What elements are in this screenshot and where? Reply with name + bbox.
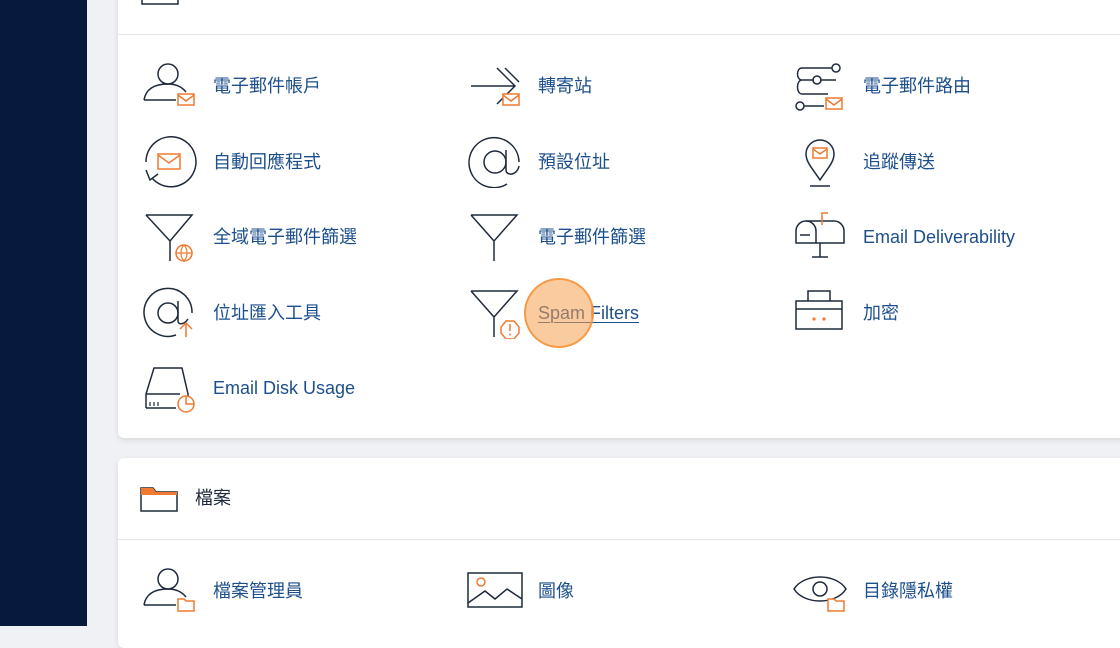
- global-email-filters-link[interactable]: 全域電子郵件篩選: [142, 211, 442, 263]
- email-accounts-link[interactable]: 電子郵件帳戶: [142, 60, 442, 112]
- email-accounts-label: 電子郵件帳戶: [213, 76, 321, 96]
- email-deliverability-link[interactable]: Email Deliverability: [792, 211, 1092, 263]
- autoresponder-icon: [142, 136, 198, 188]
- left-sidebar: [0, 0, 87, 626]
- spam-filters-label: Spam Filters: [538, 303, 640, 323]
- autoresponders-link[interactable]: 自動回應程式: [142, 136, 442, 188]
- images-label: 圖像: [538, 581, 574, 601]
- email-disk-usage-label: Email Disk Usage: [213, 378, 356, 398]
- files-section-title: 檔案: [195, 488, 231, 508]
- image-icon: [467, 565, 523, 617]
- email-panel: 電子郵件帳戶 轉寄站 電子郵件路由 自動回應程式 預設位址 追蹤傳送 全域電子郵…: [118, 0, 1120, 438]
- user-mail-icon: [142, 60, 198, 112]
- mail-section-icon: [140, 0, 180, 11]
- encryption-label: 加密: [863, 303, 899, 323]
- images-link[interactable]: 圖像: [467, 565, 767, 617]
- global-email-filters-label: 全域電子郵件篩選: [213, 227, 357, 247]
- encryption-link[interactable]: 加密: [792, 287, 1092, 339]
- mailbox-icon: [792, 211, 848, 263]
- email-filters-link[interactable]: 電子郵件篩選: [467, 211, 767, 263]
- filter-icon: [467, 211, 523, 263]
- autoresponders-label: 自動回應程式: [213, 152, 321, 172]
- file-manager-label: 檔案管理員: [213, 581, 303, 601]
- email-routing-label: 電子郵件路由: [863, 76, 971, 96]
- at-sign-icon: [467, 136, 523, 189]
- address-importer-label: 位址匯入工具: [213, 303, 321, 323]
- address-importer-link[interactable]: 位址匯入工具: [142, 287, 442, 339]
- files-panel: 檔案 檔案管理員 圖像 目錄隱私權: [118, 458, 1120, 648]
- email-filters-label: 電子郵件篩選: [538, 227, 646, 247]
- forwarders-label: 轉寄站: [538, 76, 592, 96]
- default-address-label: 預設位址: [538, 152, 610, 172]
- briefcase-icon: [792, 287, 848, 339]
- eye-folder-icon: [792, 565, 848, 617]
- files-panel-header[interactable]: 檔案: [118, 458, 1120, 540]
- location-pin-icon: [792, 136, 848, 188]
- track-delivery-label: 追蹤傳送: [863, 152, 935, 172]
- email-panel-header: [118, 0, 1120, 35]
- directory-privacy-label: 目錄隱私權: [863, 581, 953, 601]
- routing-icon: [792, 60, 848, 112]
- disk-usage-icon: [142, 362, 198, 414]
- forward-arrow-icon: [467, 60, 523, 112]
- file-manager-link[interactable]: 檔案管理員: [142, 565, 442, 617]
- forwarders-link[interactable]: 轉寄站: [467, 60, 767, 112]
- spam-filters-link[interactable]: Spam Filters: [467, 287, 767, 340]
- default-address-link[interactable]: 預設位址: [467, 136, 767, 189]
- email-deliverability-label: Email Deliverability: [863, 227, 1016, 247]
- spam-filter-icon: [467, 287, 523, 340]
- global-filter-icon: [142, 211, 198, 263]
- folder-icon: [140, 484, 178, 517]
- at-import-icon: [142, 287, 198, 339]
- email-disk-usage-link[interactable]: Email Disk Usage: [142, 362, 442, 414]
- track-delivery-link[interactable]: 追蹤傳送: [792, 136, 1092, 188]
- directory-privacy-link[interactable]: 目錄隱私權: [792, 565, 1092, 617]
- user-folder-icon: [142, 565, 198, 617]
- email-routing-link[interactable]: 電子郵件路由: [792, 60, 1092, 112]
